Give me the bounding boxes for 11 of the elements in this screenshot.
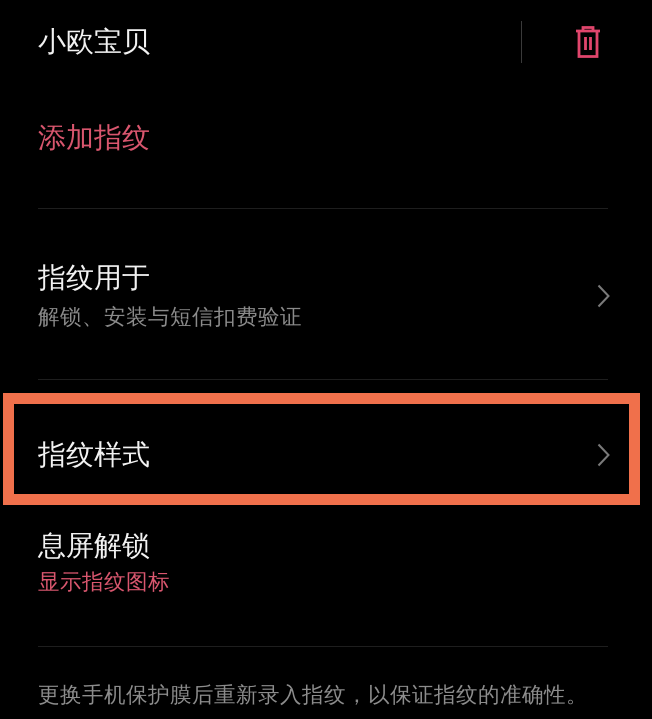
setting-title[interactable]: 指纹样式 xyxy=(38,437,150,473)
add-fingerprint-link[interactable]: 添加指纹 xyxy=(38,120,150,156)
chevron-right-icon[interactable] xyxy=(597,284,610,308)
setting-title[interactable]: 息屏解锁 xyxy=(38,528,150,564)
chevron-right-icon[interactable] xyxy=(597,443,610,467)
setting-title[interactable]: 指纹用于 xyxy=(38,260,150,296)
footnote-text: 更换手机保护膜后重新录入指纹，以保证指纹的准确性。 xyxy=(38,683,588,708)
fingerprint-name: 小欧宝贝 xyxy=(38,24,151,60)
setting-subtitle: 解锁、安装与短信扣费验证 xyxy=(38,305,302,331)
setting-subtitle: 显示指纹图标 xyxy=(38,570,170,596)
trash-icon[interactable] xyxy=(575,26,601,58)
